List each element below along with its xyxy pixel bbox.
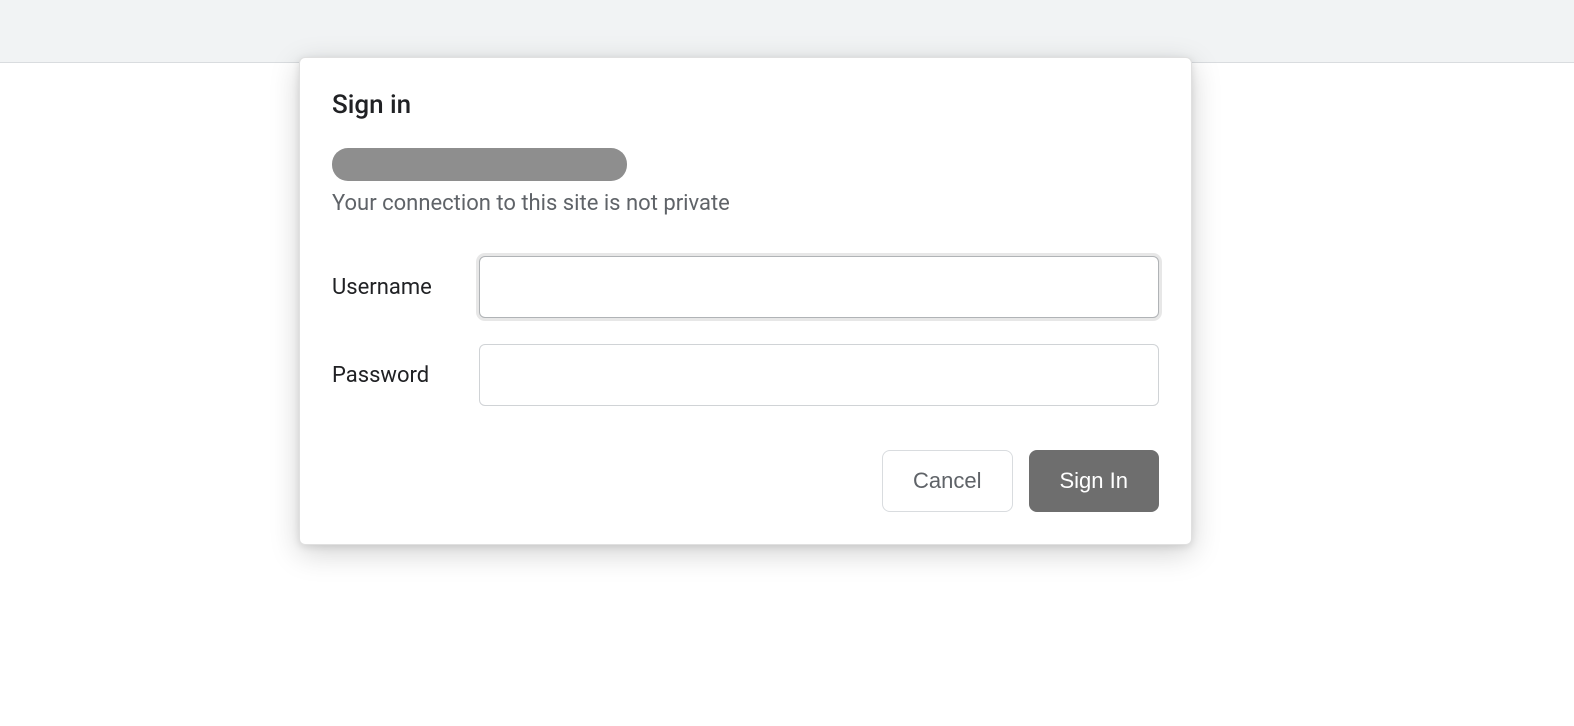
redacted-site-identifier xyxy=(332,148,627,181)
browser-topbar xyxy=(0,0,1574,63)
connection-warning: Your connection to this site is not priv… xyxy=(332,191,1159,216)
dialog-title: Sign in xyxy=(332,90,1159,120)
password-label: Password xyxy=(332,363,479,388)
username-input[interactable] xyxy=(479,256,1159,318)
signin-dialog: Sign in Your connection to this site is … xyxy=(299,57,1192,545)
username-label: Username xyxy=(332,275,479,300)
password-row: Password xyxy=(332,344,1159,406)
cancel-button[interactable]: Cancel xyxy=(882,450,1012,512)
username-row: Username xyxy=(332,256,1159,318)
dialog-button-row: Cancel Sign In xyxy=(332,450,1159,512)
password-input[interactable] xyxy=(479,344,1159,406)
signin-button[interactable]: Sign In xyxy=(1029,450,1160,512)
